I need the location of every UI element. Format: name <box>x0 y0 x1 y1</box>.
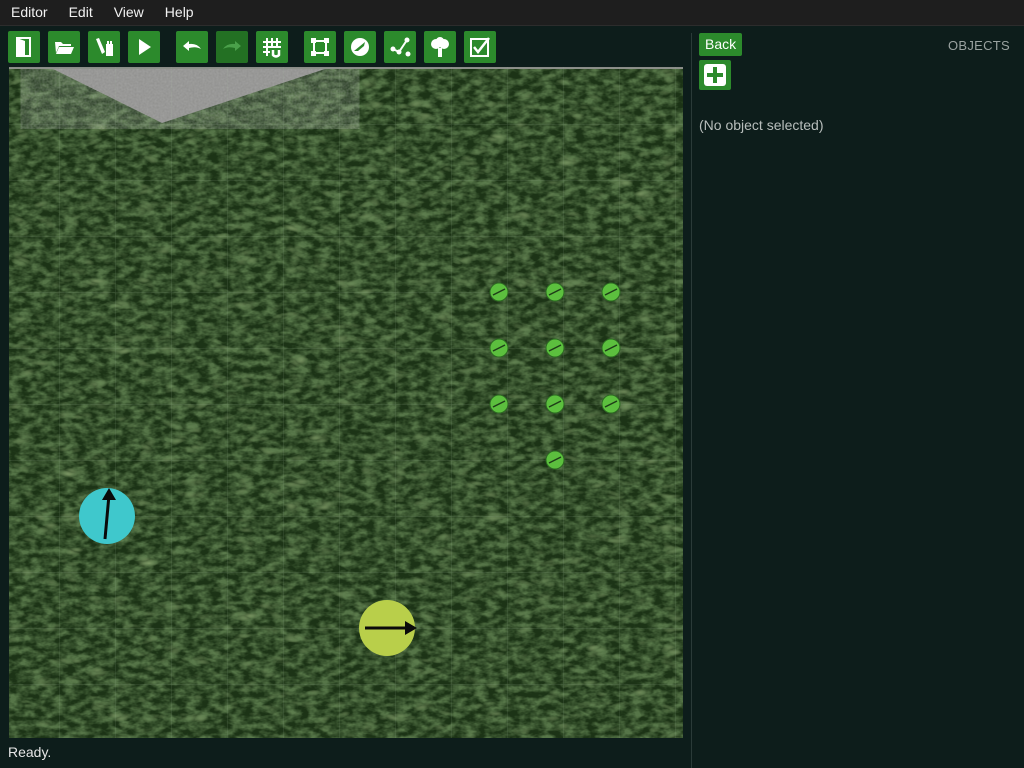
open-folder-icon <box>55 42 74 54</box>
ball-icon <box>351 38 369 56</box>
waypoint-marker[interactable] <box>601 338 621 358</box>
snap-grid-button[interactable] <box>256 31 288 63</box>
status-text: Ready. <box>8 744 52 760</box>
menu-edit[interactable]: Edit <box>58 0 103 25</box>
redo-button[interactable] <box>216 31 248 63</box>
edit-pencil-icon <box>96 38 113 56</box>
markers-layer <box>79 282 621 656</box>
tree-icon <box>431 37 449 57</box>
menu-view[interactable]: View <box>103 0 154 25</box>
toolbar <box>0 31 690 63</box>
waypoint-marker[interactable] <box>545 282 565 302</box>
undo-icon <box>183 41 201 51</box>
panel-title: OBJECTS <box>947 38 1010 53</box>
waypoint-marker[interactable] <box>489 282 509 302</box>
waypoint-marker[interactable] <box>489 338 509 358</box>
open-button[interactable] <box>48 31 80 63</box>
path-tool-button[interactable] <box>384 31 416 63</box>
edit-button[interactable] <box>88 31 120 63</box>
waypoint-marker[interactable] <box>601 282 621 302</box>
player-cyan[interactable] <box>79 488 135 544</box>
map-canvas[interactable] <box>9 67 683 738</box>
waypoint-marker[interactable] <box>545 450 565 470</box>
shape-tool-button[interactable] <box>304 31 336 63</box>
play-button[interactable] <box>128 31 160 63</box>
play-icon <box>139 39 151 55</box>
waypoint-marker[interactable] <box>601 394 621 414</box>
validate-button[interactable] <box>464 31 496 63</box>
path-icon <box>390 37 411 57</box>
menu-editor[interactable]: Editor <box>0 0 58 25</box>
panel-divider <box>691 33 692 768</box>
shape-nodes-icon <box>311 38 329 56</box>
plus-icon <box>704 64 726 86</box>
tree-tool-button[interactable] <box>424 31 456 63</box>
exit-door-icon <box>16 37 31 57</box>
checkbox-icon <box>470 37 490 57</box>
player-yellow[interactable] <box>359 600 417 656</box>
redo-icon <box>223 41 241 51</box>
waypoint-marker[interactable] <box>545 394 565 414</box>
waypoint-marker[interactable] <box>545 338 565 358</box>
add-object-button[interactable] <box>699 60 731 90</box>
no-selection-text: (No object selected) <box>699 117 824 133</box>
ball-tool-button[interactable] <box>344 31 376 63</box>
undo-button[interactable] <box>176 31 208 63</box>
menu-bar: Editor Edit View Help <box>0 0 1024 26</box>
snap-grid-icon <box>263 38 281 58</box>
back-button[interactable]: Back <box>699 33 743 56</box>
waypoint-marker[interactable] <box>489 394 509 414</box>
menu-help[interactable]: Help <box>154 0 204 25</box>
exit-button[interactable] <box>8 31 40 63</box>
